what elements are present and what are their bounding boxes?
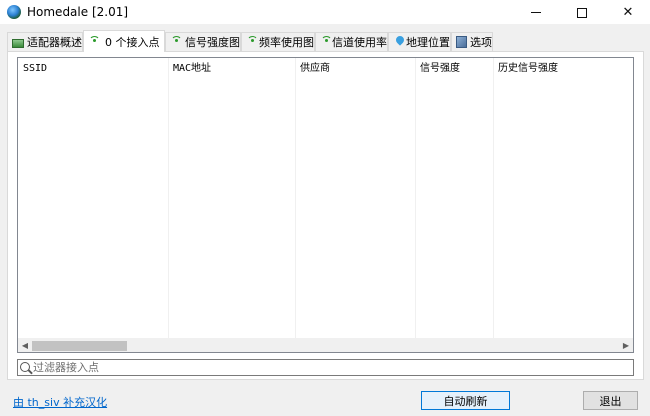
- column-divider: [493, 58, 494, 340]
- access-point-list[interactable]: ^ SSID MAC地址 供应商 信号强度 历史信号强度 ◀ ▶: [17, 57, 634, 353]
- close-icon: ✕: [622, 5, 634, 20]
- scroll-left-icon[interactable]: ◀: [18, 339, 32, 352]
- tab-label: 地理位置: [406, 36, 450, 49]
- tab-frequency-usage-graph[interactable]: 频率使用图: [241, 32, 315, 51]
- column-header-signal-history[interactable]: 历史信号强度: [493, 58, 633, 77]
- tab-channel-usage[interactable]: 信道使用率: [315, 32, 388, 51]
- tab-adapter-overview[interactable]: 适配器概述: [7, 32, 83, 51]
- column-divider: [295, 58, 296, 340]
- close-button[interactable]: ✕: [605, 0, 650, 25]
- tab-label: 频率使用图: [259, 36, 314, 49]
- exit-button[interactable]: 退出: [583, 391, 638, 410]
- tab-strip: 适配器概述 0 个接入点 信号强度图 频率使用图 信道使用率 地理位置 选项: [7, 30, 647, 52]
- scrollbar-thumb[interactable]: [32, 341, 127, 351]
- column-headers: ^ SSID MAC地址 供应商 信号强度 历史信号强度: [18, 58, 633, 77]
- minimize-button[interactable]: [513, 0, 559, 25]
- maximize-button[interactable]: [559, 0, 605, 25]
- globe-icon: [7, 5, 21, 19]
- wifi-icon: [246, 36, 258, 48]
- wifi-icon: [170, 36, 182, 48]
- column-header-signal-strength[interactable]: 信号强度: [415, 58, 493, 77]
- tab-access-points[interactable]: 0 个接入点: [83, 30, 165, 52]
- scroll-right-icon[interactable]: ▶: [619, 339, 633, 352]
- tab-geolocation[interactable]: 地理位置: [388, 32, 451, 51]
- column-divider: [168, 58, 169, 340]
- map-pin-icon: [393, 36, 403, 48]
- horizontal-scrollbar[interactable]: ◀ ▶: [18, 338, 633, 352]
- access-points-panel: ^ SSID MAC地址 供应商 信号强度 历史信号强度 ◀ ▶: [7, 51, 644, 380]
- maximize-icon: [577, 7, 587, 18]
- tab-label: 信号强度图: [185, 36, 240, 49]
- filter-box: [17, 359, 634, 376]
- tab-options[interactable]: 选项: [451, 32, 493, 51]
- tab-label: 选项: [470, 36, 492, 49]
- search-icon: [20, 362, 30, 372]
- column-header-ssid[interactable]: SSID: [18, 58, 168, 77]
- tab-label: 适配器概述: [27, 36, 82, 49]
- minimize-icon: [531, 12, 541, 13]
- column-header-mac[interactable]: MAC地址: [168, 58, 295, 77]
- tab-label: 信道使用率: [332, 36, 387, 49]
- window-title: Homedale [2.01]: [27, 5, 129, 19]
- options-icon: [456, 36, 467, 48]
- wifi-icon: [320, 36, 332, 48]
- translator-credit-link[interactable]: 由 th_siv 补充汉化: [13, 394, 107, 410]
- filter-input[interactable]: [33, 360, 631, 375]
- wifi-icon: [88, 35, 102, 48]
- auto-refresh-button[interactable]: 自动刷新: [421, 391, 510, 410]
- adapter-icon: [12, 38, 24, 48]
- column-header-vendor[interactable]: 供应商: [295, 58, 415, 77]
- column-divider: [415, 58, 416, 340]
- tab-label: 0 个接入点: [105, 35, 160, 49]
- tab-signal-strength-graph[interactable]: 信号强度图: [165, 32, 241, 51]
- title-bar: Homedale [2.01] ✕: [0, 0, 650, 25]
